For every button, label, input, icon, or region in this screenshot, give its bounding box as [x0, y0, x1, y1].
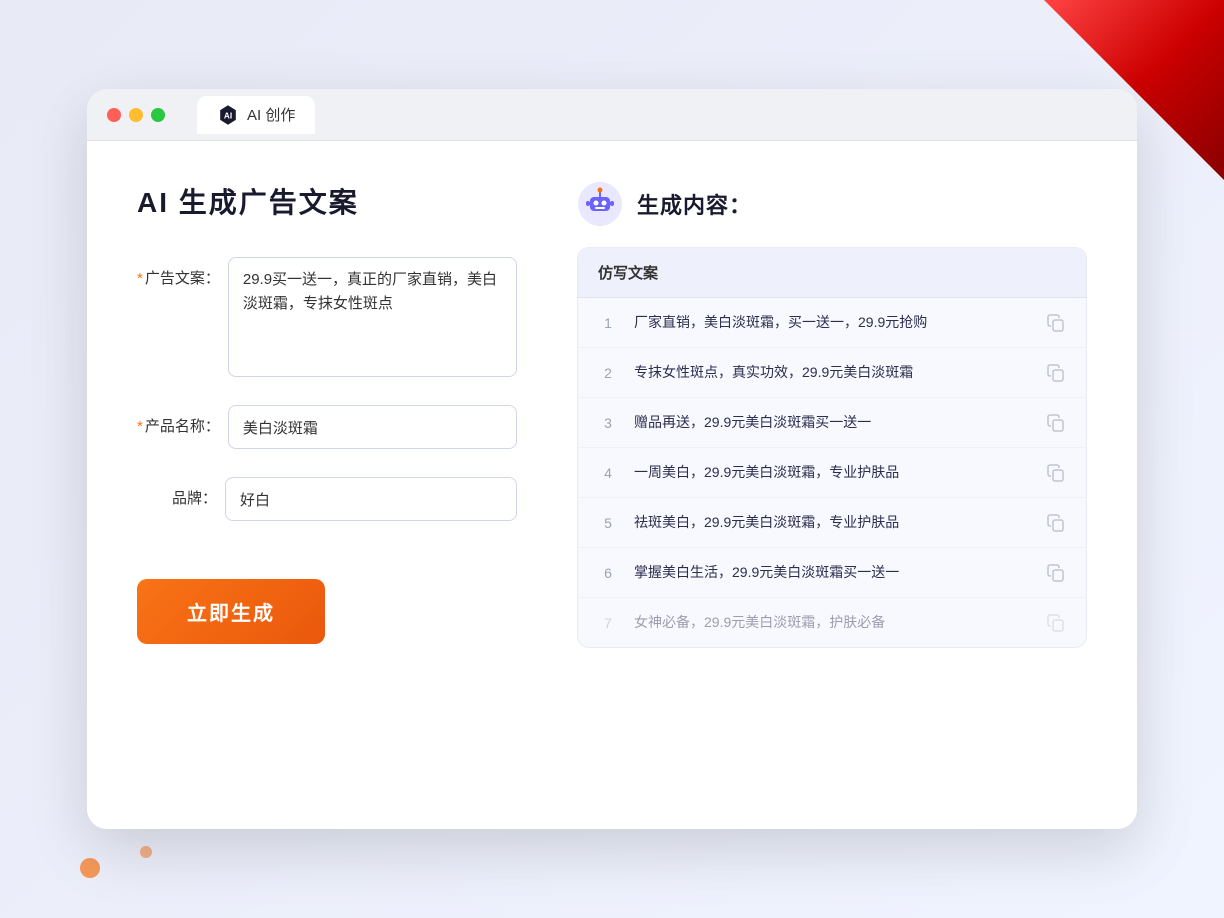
- row-text: 女神必备，29.9元美白淡斑霜，护肤必备: [634, 612, 1030, 633]
- svg-text:AI: AI: [224, 111, 232, 120]
- table-row: 2 专抹女性斑点，真实功效，29.9元美白淡斑霜: [578, 348, 1086, 398]
- minimize-button[interactable]: [129, 108, 143, 122]
- table-header: 仿写文案: [578, 248, 1086, 298]
- close-button[interactable]: [107, 108, 121, 122]
- copy-icon[interactable]: [1046, 363, 1066, 383]
- brand-input[interactable]: [225, 477, 517, 521]
- copy-icon[interactable]: [1046, 513, 1066, 533]
- table-row: 7 女神必备，29.9元美白淡斑霜，护肤必备: [578, 598, 1086, 647]
- row-text: 赠品再送，29.9元美白淡斑霜买一送一: [634, 412, 1030, 433]
- table-row: 3 赠品再送，29.9元美白淡斑霜买一送一: [578, 398, 1086, 448]
- right-panel: 生成内容： 仿写文案 1 厂家直销，美白淡斑霜，买一送一，29.9元抢购 2 专…: [577, 181, 1087, 779]
- decorative-dot-2: [140, 846, 152, 858]
- product-name-label: *产品名称：: [137, 405, 220, 436]
- generate-button[interactable]: 立即生成: [137, 579, 325, 644]
- copy-icon[interactable]: [1046, 313, 1066, 333]
- copy-icon[interactable]: [1046, 563, 1066, 583]
- table-row: 1 厂家直销，美白淡斑霜，买一送一，29.9元抢购: [578, 298, 1086, 348]
- robot-icon: [577, 181, 623, 227]
- ai-tab-icon: AI: [217, 104, 239, 126]
- row-text: 一周美白，29.9元美白淡斑霜，专业护肤品: [634, 462, 1030, 483]
- table-row: 6 掌握美白生活，29.9元美白淡斑霜买一送一: [578, 548, 1086, 598]
- main-content: AI 生成广告文案 *广告文案： 29.9买一送一，真正的厂家直销，美白淡斑霜，…: [87, 141, 1137, 829]
- product-name-input[interactable]: [228, 405, 517, 449]
- browser-window: AI AI 创作 AI 生成广告文案 *广告文案： 29.9买一送一，真正的厂家…: [87, 89, 1137, 829]
- table-rows-container: 1 厂家直销，美白淡斑霜，买一送一，29.9元抢购 2 专抹女性斑点，真实功效，…: [578, 298, 1086, 647]
- row-number: 7: [598, 615, 618, 631]
- ad-copy-group: *广告文案： 29.9买一送一，真正的厂家直销，美白淡斑霜，专抹女性斑点: [137, 257, 517, 377]
- result-title: 生成内容：: [637, 188, 752, 220]
- product-required-star: *: [137, 418, 143, 435]
- left-panel: AI 生成广告文案 *广告文案： 29.9买一送一，真正的厂家直销，美白淡斑霜，…: [137, 181, 517, 779]
- title-bar: AI AI 创作: [87, 89, 1137, 141]
- row-text: 厂家直销，美白淡斑霜，买一送一，29.9元抢购: [634, 312, 1030, 333]
- row-text: 祛斑美白，29.9元美白淡斑霜，专业护肤品: [634, 512, 1030, 533]
- ad-copy-input[interactable]: 29.9买一送一，真正的厂家直销，美白淡斑霜，专抹女性斑点: [228, 257, 517, 377]
- row-number: 1: [598, 315, 618, 331]
- decorative-dot-1: [80, 858, 100, 878]
- result-header: 生成内容：: [577, 181, 1087, 227]
- row-number: 5: [598, 515, 618, 531]
- row-number: 4: [598, 465, 618, 481]
- maximize-button[interactable]: [151, 108, 165, 122]
- browser-tab[interactable]: AI AI 创作: [197, 96, 315, 134]
- row-text: 掌握美白生活，29.9元美白淡斑霜买一送一: [634, 562, 1030, 583]
- traffic-lights: [107, 108, 165, 122]
- product-name-group: *产品名称：: [137, 405, 517, 449]
- page-title: AI 生成广告文案: [137, 181, 517, 221]
- copy-icon[interactable]: [1046, 463, 1066, 483]
- row-number: 2: [598, 365, 618, 381]
- table-row: 5 祛斑美白，29.9元美白淡斑霜，专业护肤品: [578, 498, 1086, 548]
- row-text: 专抹女性斑点，真实功效，29.9元美白淡斑霜: [634, 362, 1030, 383]
- row-number: 3: [598, 415, 618, 431]
- row-number: 6: [598, 565, 618, 581]
- copy-icon[interactable]: [1046, 413, 1066, 433]
- tab-label: AI 创作: [247, 104, 295, 125]
- ad-copy-label: *广告文案：: [137, 257, 220, 288]
- ad-copy-required-star: *: [137, 270, 143, 287]
- brand-label: 品牌：: [137, 477, 217, 508]
- result-table: 仿写文案 1 厂家直销，美白淡斑霜，买一送一，29.9元抢购 2 专抹女性斑点，…: [577, 247, 1087, 648]
- copy-icon[interactable]: [1046, 613, 1066, 633]
- brand-group: 品牌：: [137, 477, 517, 521]
- table-row: 4 一周美白，29.9元美白淡斑霜，专业护肤品: [578, 448, 1086, 498]
